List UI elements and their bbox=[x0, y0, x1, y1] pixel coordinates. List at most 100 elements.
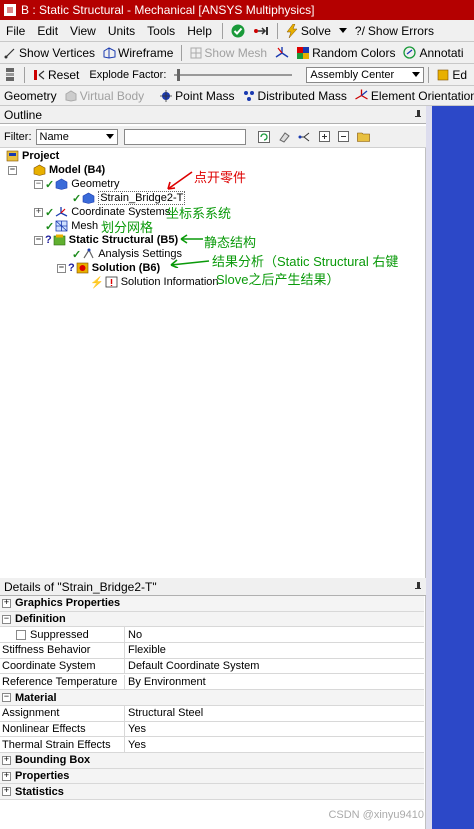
expand-toggle[interactable]: + bbox=[2, 787, 11, 797]
folder-button[interactable] bbox=[353, 131, 374, 142]
property-label: Stiffness Behavior bbox=[0, 643, 125, 658]
menu-view[interactable]: View bbox=[64, 24, 102, 38]
property-value[interactable]: Yes bbox=[125, 739, 146, 751]
pin-icon[interactable] bbox=[414, 109, 422, 120]
group-header: − Definition bbox=[0, 613, 66, 625]
row-assignment[interactable]: Assignment Structural Steel bbox=[0, 705, 424, 722]
minus-box-icon bbox=[337, 131, 349, 142]
menu-tools[interactable]: Tools bbox=[141, 24, 181, 38]
virtual-body-button[interactable]: Virtual Body bbox=[61, 89, 148, 103]
expand-toggle[interactable]: + bbox=[2, 755, 11, 765]
point-mass-button[interactable]: Point Mass bbox=[156, 89, 238, 103]
outline-tree: Project − Model (B4) − ✓ Geometry ✓ Stra… bbox=[0, 148, 426, 578]
pin-icon[interactable] bbox=[414, 581, 422, 592]
property-value[interactable]: No bbox=[125, 629, 142, 641]
filter-type-select[interactable]: Name bbox=[35, 128, 118, 145]
geometry-context-button[interactable]: Geometry bbox=[0, 89, 61, 103]
row-suppressed[interactable]: Suppressed No bbox=[0, 627, 424, 644]
row-nonlinear-effects[interactable]: Nonlinear Effects Yes bbox=[0, 721, 424, 738]
tree-item-analysis-settings[interactable]: ✓ Analysis Settings bbox=[72, 247, 182, 261]
clear-filter-button[interactable] bbox=[274, 131, 294, 143]
edit-button[interactable]: Ed bbox=[433, 68, 471, 82]
property-value[interactable]: Default Coordinate System bbox=[125, 660, 259, 672]
refresh-filter-button[interactable] bbox=[254, 130, 274, 143]
menu-units[interactable]: Units bbox=[102, 24, 141, 38]
property-label: Nonlinear Effects bbox=[0, 721, 125, 737]
menu-edit[interactable]: Edit bbox=[31, 24, 64, 38]
distributed-mass-label: Distributed Mass bbox=[257, 88, 347, 103]
workflow-icon bbox=[253, 26, 268, 35]
property-label: Reference Temperature bbox=[0, 674, 125, 690]
show-mesh-button[interactable]: Show Mesh bbox=[186, 46, 271, 60]
assembly-center-select[interactable]: Assembly Center bbox=[306, 66, 425, 83]
menu-file[interactable]: File bbox=[0, 24, 31, 38]
workflow-button[interactable] bbox=[249, 25, 273, 37]
tree-label-solution-information: Solution Information bbox=[120, 276, 219, 288]
row-stiffness-behavior[interactable]: Stiffness Behavior Flexible bbox=[0, 643, 424, 659]
reset-button[interactable]: Reset bbox=[29, 68, 83, 82]
chevron-down-icon bbox=[412, 71, 421, 77]
row-thermal-strain-effects[interactable]: Thermal Strain Effects Yes bbox=[0, 737, 424, 753]
group-statistics[interactable]: + Statistics bbox=[0, 784, 424, 801]
point-mass-icon bbox=[160, 89, 173, 102]
row-reference-temperature[interactable]: Reference Temperature By Environment bbox=[0, 674, 424, 691]
suppressed-checkbox[interactable] bbox=[16, 629, 26, 640]
tree-item-project[interactable]: Project bbox=[6, 149, 59, 163]
group-bounding-box[interactable]: + Bounding Box bbox=[0, 753, 424, 769]
explode-view-button[interactable] bbox=[0, 68, 20, 81]
tree-item-solution-information[interactable]: ⚡ Solution Information bbox=[90, 275, 219, 289]
group-graphics-properties[interactable]: + Graphics Properties bbox=[0, 596, 424, 612]
show-vertices-button[interactable]: Show Vertices bbox=[0, 46, 99, 60]
group-definition[interactable]: − Definition bbox=[0, 611, 424, 628]
wireframe-button[interactable]: Wireframe bbox=[99, 46, 177, 60]
display-toolbar: Show Vertices Wireframe Show Mesh Random… bbox=[0, 42, 474, 64]
window-titlebar: B : Static Structural - Mechanical [ANSY… bbox=[0, 0, 474, 20]
collapse-toggle[interactable]: − bbox=[2, 693, 11, 703]
expand-toggle[interactable]: + bbox=[34, 207, 43, 217]
expand-all-button[interactable] bbox=[315, 131, 334, 142]
collapse-toggle[interactable]: − bbox=[2, 614, 11, 624]
distributed-mass-button[interactable]: Distributed Mass bbox=[239, 89, 351, 103]
tree-item-geometry[interactable]: − ✓ Geometry bbox=[34, 177, 120, 191]
collapse-toggle[interactable]: − bbox=[34, 179, 43, 189]
show-vertices-label: Show Vertices bbox=[19, 45, 96, 60]
random-colors-label: Random Colors bbox=[312, 45, 396, 60]
tree-graph-button[interactable] bbox=[294, 131, 315, 143]
lightning-icon bbox=[286, 23, 298, 38]
tree-item-model[interactable]: − Model (B4) bbox=[8, 163, 105, 177]
expand-toggle[interactable]: + bbox=[2, 598, 11, 608]
annotations-button[interactable]: Annotati bbox=[399, 46, 467, 60]
expand-toggle[interactable]: + bbox=[2, 771, 11, 781]
element-orientation-button[interactable]: Element Orientation bbox=[351, 89, 474, 103]
property-value[interactable]: Structural Steel bbox=[125, 707, 203, 719]
solve-button[interactable]: Solve bbox=[282, 23, 335, 38]
property-value[interactable]: Yes bbox=[125, 723, 146, 735]
random-colors-button[interactable]: Random Colors bbox=[293, 46, 399, 60]
solve-dropdown-button[interactable] bbox=[335, 27, 351, 34]
property-value[interactable]: By Environment bbox=[125, 676, 206, 688]
show-errors-button[interactable]: ?/ Show Errors bbox=[351, 24, 438, 38]
group-properties[interactable]: + Properties bbox=[0, 768, 424, 785]
group-material[interactable]: − Material bbox=[0, 690, 424, 706]
tree-item-solution[interactable]: − ? Solution (B6) bbox=[57, 261, 160, 275]
mesh-grid-icon bbox=[190, 47, 202, 58]
filter-type-value: Name bbox=[39, 130, 69, 143]
filter-search-input[interactable] bbox=[123, 128, 246, 145]
explode-factor-slider[interactable] bbox=[174, 68, 293, 81]
details-table: + Graphics Properties − Definition Suppres… bbox=[0, 596, 426, 829]
check-button[interactable] bbox=[227, 24, 249, 38]
property-value[interactable]: Flexible bbox=[125, 644, 166, 656]
coordinate-systems-icon bbox=[55, 207, 68, 217]
row-coordinate-system[interactable]: Coordinate System Default Coordinate Sys… bbox=[0, 658, 424, 675]
axis-triad-button[interactable] bbox=[271, 46, 293, 60]
collapse-all-button[interactable] bbox=[334, 131, 353, 142]
lightning-status-icon: ⚡ bbox=[90, 276, 104, 289]
tree-item-mesh[interactable]: ✓ Mesh bbox=[45, 219, 98, 233]
collapse-toggle[interactable]: − bbox=[34, 235, 43, 245]
menu-help[interactable]: Help bbox=[181, 24, 218, 38]
graphics-viewport[interactable] bbox=[426, 106, 474, 829]
virtual-body-label: Virtual Body bbox=[79, 88, 145, 103]
collapse-toggle[interactable]: − bbox=[8, 165, 17, 175]
status-question-icon: ? bbox=[45, 234, 52, 246]
collapse-toggle[interactable]: − bbox=[57, 263, 66, 273]
